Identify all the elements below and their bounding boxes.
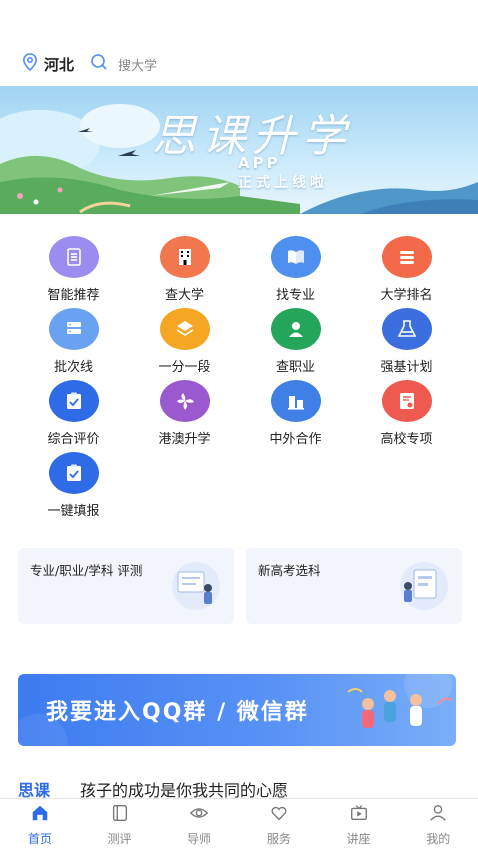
search-icon (90, 53, 108, 75)
bauhinia-icon (159, 380, 210, 422)
feature-ranking-button[interactable]: 大学排名 (351, 236, 462, 308)
tab-label: 导师 (187, 831, 212, 846)
feature-flask-button[interactable]: 强基计划 (351, 308, 462, 380)
user-icon (427, 803, 449, 827)
book-icon (270, 236, 321, 278)
assessment-card-text: 专业/职业/学科 评测 (30, 563, 143, 578)
join-group-text: 我要进入QQ群 / 微信群 (46, 700, 309, 725)
banner-app-label: APP (238, 154, 281, 172)
feature-label: 找专业 (275, 288, 315, 303)
building-icon (159, 236, 210, 278)
feature-handshake-building-button[interactable]: 中外合作 (240, 380, 351, 452)
subject-illustration-icon (400, 562, 448, 610)
feature-label: 一分一段 (158, 360, 211, 375)
feature-label: 大学排名 (380, 288, 433, 303)
list-icon (48, 236, 99, 278)
certificate-icon (381, 380, 432, 422)
clipboard-check-icon (48, 452, 99, 494)
top-bar: 河北 搜大学 (0, 44, 478, 84)
feature-label: 强基计划 (380, 360, 433, 375)
feature-label: 查大学 (164, 288, 204, 303)
feature-book-button[interactable]: 找专业 (240, 236, 351, 308)
feature-label: 智能推荐 (47, 288, 100, 303)
tab-label: 讲座 (346, 831, 371, 846)
search-placeholder: 搜大学 (118, 58, 158, 74)
feature-label: 高校专项 (380, 432, 433, 447)
tab-user[interactable]: 我的 (398, 799, 478, 850)
subject-selection-card-text: 新高考选科 (258, 563, 321, 578)
feature-label: 中外合作 (269, 432, 322, 447)
feature-label: 港澳升学 (158, 432, 211, 447)
subject-selection-card[interactable]: 新高考选科 (246, 548, 462, 624)
heart-hands-icon (268, 803, 290, 827)
hero-banner[interactable]: 思课升学 APP 正式上线啦 (0, 86, 478, 214)
feature-bauhinia-button[interactable]: 港澳升学 (129, 380, 240, 452)
ranking-icon (381, 236, 432, 278)
join-group-banner[interactable]: 我要进入QQ群 / 微信群 (18, 674, 456, 746)
tab-test[interactable]: 测评 (80, 799, 160, 850)
eye-icon (188, 803, 210, 827)
feature-server-button[interactable]: 批次线 (18, 308, 129, 380)
server-icon (48, 308, 99, 350)
feature-list-button[interactable]: 智能推荐 (18, 236, 129, 308)
tab-home[interactable]: 首页 (0, 799, 80, 850)
tab-label: 我的 (426, 831, 451, 846)
feature-grid: 智能推荐 查大学 找专业 大学排名批次线 一分一段 查职业 强基计划综合评价 港澳升学 中外合作… (18, 236, 462, 524)
feature-clipboard-check-button[interactable]: 一键填报 (18, 452, 129, 524)
layers-icon (159, 308, 210, 350)
person-icon (270, 308, 321, 350)
test-icon (109, 803, 131, 827)
location-pin-icon (22, 53, 38, 75)
feature-label: 查职业 (275, 360, 315, 375)
feature-certificate-button[interactable]: 高校专项 (351, 380, 462, 452)
bottom-tab-bar: 首页 测评 导师 服务 讲座 我的 (0, 798, 478, 850)
tab-eye[interactable]: 导师 (159, 799, 239, 850)
tab-label: 首页 (27, 831, 52, 846)
feature-person-button[interactable]: 查职业 (240, 308, 351, 380)
tab-label: 服务 (266, 831, 291, 846)
search-box[interactable]: 搜大学 (90, 53, 157, 75)
assessment-illustration-icon (172, 562, 220, 610)
home-icon (29, 803, 51, 827)
feature-layers-button[interactable]: 一分一段 (129, 308, 240, 380)
tab-label: 测评 (107, 831, 132, 846)
tab-heart-hands[interactable]: 服务 (239, 799, 319, 850)
location-selector[interactable]: 河北 (22, 53, 74, 75)
feature-label: 综合评价 (47, 432, 100, 447)
banner-subtitle: 正式上线啦 (238, 175, 328, 191)
video-icon (348, 803, 370, 827)
tab-video[interactable]: 讲座 (319, 799, 399, 850)
assessment-card[interactable]: 专业/职业/学科 评测 (18, 548, 234, 624)
test-cards: 专业/职业/学科 评测 新高考选科 (18, 548, 462, 624)
clipboard-check-icon (48, 380, 99, 422)
feature-label: 一键填报 (47, 504, 100, 519)
feature-label: 批次线 (53, 360, 93, 375)
feature-clipboard-check-button[interactable]: 综合评价 (18, 380, 129, 452)
location-label: 河北 (44, 55, 75, 74)
handshake-building-icon (270, 380, 321, 422)
flask-icon (381, 308, 432, 350)
feature-building-button[interactable]: 查大学 (129, 236, 240, 308)
